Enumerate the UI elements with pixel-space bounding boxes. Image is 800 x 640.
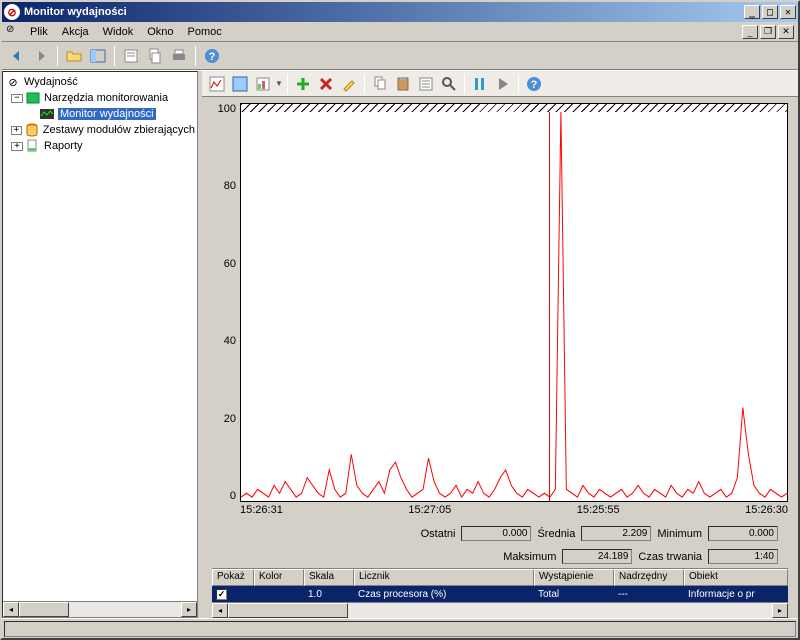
tree-datacollectors[interactable]: + Zestawy modułów zbierających xyxy=(5,122,195,138)
chart-plot[interactable] xyxy=(240,103,788,502)
col-counter[interactable]: Licznik xyxy=(354,569,534,586)
chart-svg xyxy=(241,112,787,501)
expand-icon[interactable]: + xyxy=(11,142,23,151)
svg-text:?: ? xyxy=(531,79,538,91)
menu-help[interactable]: Pomoc xyxy=(182,24,228,40)
stat-avg-value: 2.209 xyxy=(581,526,651,541)
tree-scrollbar[interactable]: ◂ ▸ xyxy=(3,601,197,617)
tree-pane: ⊘ Wydajność − Narzędzia monitorowania Mo… xyxy=(2,71,198,618)
tree-tools[interactable]: − Narzędzia monitorowania xyxy=(5,90,195,106)
stat-min-value: 0.000 xyxy=(708,526,778,541)
window-title: Monitor wydajności xyxy=(24,6,127,18)
chart-help-button[interactable]: ? xyxy=(523,73,545,95)
scroll-left-button[interactable]: ◂ xyxy=(212,603,228,618)
col-show[interactable]: Pokaż xyxy=(212,569,254,586)
stat-avg-label: Średnia xyxy=(537,528,575,540)
body: ⊘ Wydajność − Narzędzia monitorowania Mo… xyxy=(2,70,798,618)
scroll-left-button[interactable]: ◂ xyxy=(3,602,19,617)
print-button[interactable] xyxy=(168,45,190,67)
dropdown-arrow-icon[interactable]: ▼ xyxy=(275,79,283,88)
chart-header-hatch xyxy=(241,104,787,112)
content-pane: ▼ ? 100806040200 xyxy=(202,71,798,618)
maximize-button[interactable]: □ xyxy=(762,5,778,19)
chart-area: 100806040200 15:26:31 15:27:05 15:25:55 … xyxy=(202,97,798,618)
mdi-restore-button[interactable]: ❐ xyxy=(760,25,776,39)
database-icon xyxy=(24,123,40,137)
status-panel xyxy=(4,621,796,637)
chart-properties-button[interactable] xyxy=(415,73,437,95)
titlebar[interactable]: ⊘ Monitor wydajności _ □ ✕ xyxy=(2,2,798,22)
tree-root[interactable]: ⊘ Wydajność xyxy=(5,74,195,90)
counter-list: Pokaż Kolor Skala Licznik Wystąpienie Na… xyxy=(212,568,788,618)
scroll-thumb[interactable] xyxy=(228,603,348,618)
chart-toolbar: ▼ ? xyxy=(202,71,798,97)
back-button[interactable] xyxy=(6,45,28,67)
col-scale[interactable]: Skala xyxy=(304,569,354,586)
stat-max-value: 24.189 xyxy=(562,549,632,564)
paste-button[interactable] xyxy=(392,73,414,95)
forward-button[interactable] xyxy=(30,45,52,67)
zoom-button[interactable] xyxy=(438,73,460,95)
stat-max-label: Maksimum xyxy=(503,551,556,563)
menu-view[interactable]: Widok xyxy=(97,24,140,40)
delete-counter-button[interactable] xyxy=(315,73,337,95)
system-menu-icon[interactable]: ⊘ xyxy=(6,24,22,40)
stat-last-label: Ostatni xyxy=(421,528,456,540)
show-hide-tree-button[interactable] xyxy=(87,45,109,67)
view-report-button[interactable] xyxy=(252,73,274,95)
stat-last-value: 0.000 xyxy=(461,526,531,541)
y-axis: 100806040200 xyxy=(212,103,240,502)
col-color[interactable]: Kolor xyxy=(254,569,304,586)
stats-row-2: Maksimum 24.189 Czas trwania 1:40 xyxy=(212,545,788,568)
minimize-button[interactable]: _ xyxy=(744,5,760,19)
mdi-minimize-button[interactable]: _ xyxy=(742,25,758,39)
properties-button[interactable] xyxy=(120,45,142,67)
stat-dur-label: Czas trwania xyxy=(638,551,702,563)
show-checkbox[interactable]: ✓ xyxy=(216,589,227,600)
tree-perfmon[interactable]: Monitor wydajności xyxy=(5,106,195,122)
stat-min-label: Minimum xyxy=(657,528,702,540)
statusbar xyxy=(2,618,798,638)
stat-dur-value: 1:40 xyxy=(708,549,778,564)
copy-button[interactable] xyxy=(369,73,391,95)
menu-action[interactable]: Akcja xyxy=(56,24,95,40)
counter-header: Pokaż Kolor Skala Licznik Wystąpienie Na… xyxy=(212,569,788,586)
export-button[interactable] xyxy=(144,45,166,67)
perf-icon: ⊘ xyxy=(5,75,21,89)
col-parent[interactable]: Nadrzędny xyxy=(614,569,684,586)
freeze-button[interactable] xyxy=(469,73,491,95)
mdi-close-button[interactable]: ✕ xyxy=(778,25,794,39)
tools-icon xyxy=(25,91,41,105)
counter-scrollbar[interactable]: ◂ ▸ xyxy=(212,602,788,618)
scroll-right-button[interactable]: ▸ xyxy=(181,602,197,617)
app-icon: ⊘ xyxy=(4,4,20,20)
help-button[interactable]: ? xyxy=(201,45,223,67)
svg-text:?: ? xyxy=(209,51,216,63)
scroll-thumb[interactable] xyxy=(19,602,69,617)
tree-reports[interactable]: + Raporty xyxy=(5,138,195,154)
view-chart-button[interactable] xyxy=(206,73,228,95)
highlight-button[interactable] xyxy=(338,73,360,95)
col-instance[interactable]: Wystąpienie xyxy=(534,569,614,586)
counter-row[interactable]: ✓ 1.0 Czas procesora (%) Total --- Infor… xyxy=(212,586,788,602)
menu-window[interactable]: Okno xyxy=(141,24,179,40)
stats-row-1: Ostatni 0.000 Średnia 2.209 Minimum 0.00… xyxy=(212,522,788,545)
menubar: ⊘ Plik Akcja Widok Okno Pomoc _ ❐ ✕ xyxy=(2,22,798,42)
add-counter-button[interactable] xyxy=(292,73,314,95)
col-object[interactable]: Obiekt xyxy=(684,569,788,586)
open-button[interactable] xyxy=(63,45,85,67)
menu-file[interactable]: Plik xyxy=(24,24,54,40)
x-axis: 15:26:31 15:27:05 15:25:55 15:26:30 xyxy=(212,502,788,522)
expand-icon[interactable]: + xyxy=(11,126,22,135)
nav-tree[interactable]: ⊘ Wydajność − Narzędzia monitorowania Mo… xyxy=(3,72,197,601)
perfmon-icon xyxy=(39,107,55,121)
scroll-right-button[interactable]: ▸ xyxy=(772,603,788,618)
main-toolbar: ? xyxy=(2,42,798,70)
report-icon xyxy=(25,139,41,153)
collapse-icon[interactable]: − xyxy=(11,94,23,103)
app-window: ⊘ Monitor wydajności _ □ ✕ ⊘ Plik Akcja … xyxy=(0,0,800,640)
close-button[interactable]: ✕ xyxy=(780,5,796,19)
update-button[interactable] xyxy=(492,73,514,95)
view-histogram-button[interactable] xyxy=(229,73,251,95)
